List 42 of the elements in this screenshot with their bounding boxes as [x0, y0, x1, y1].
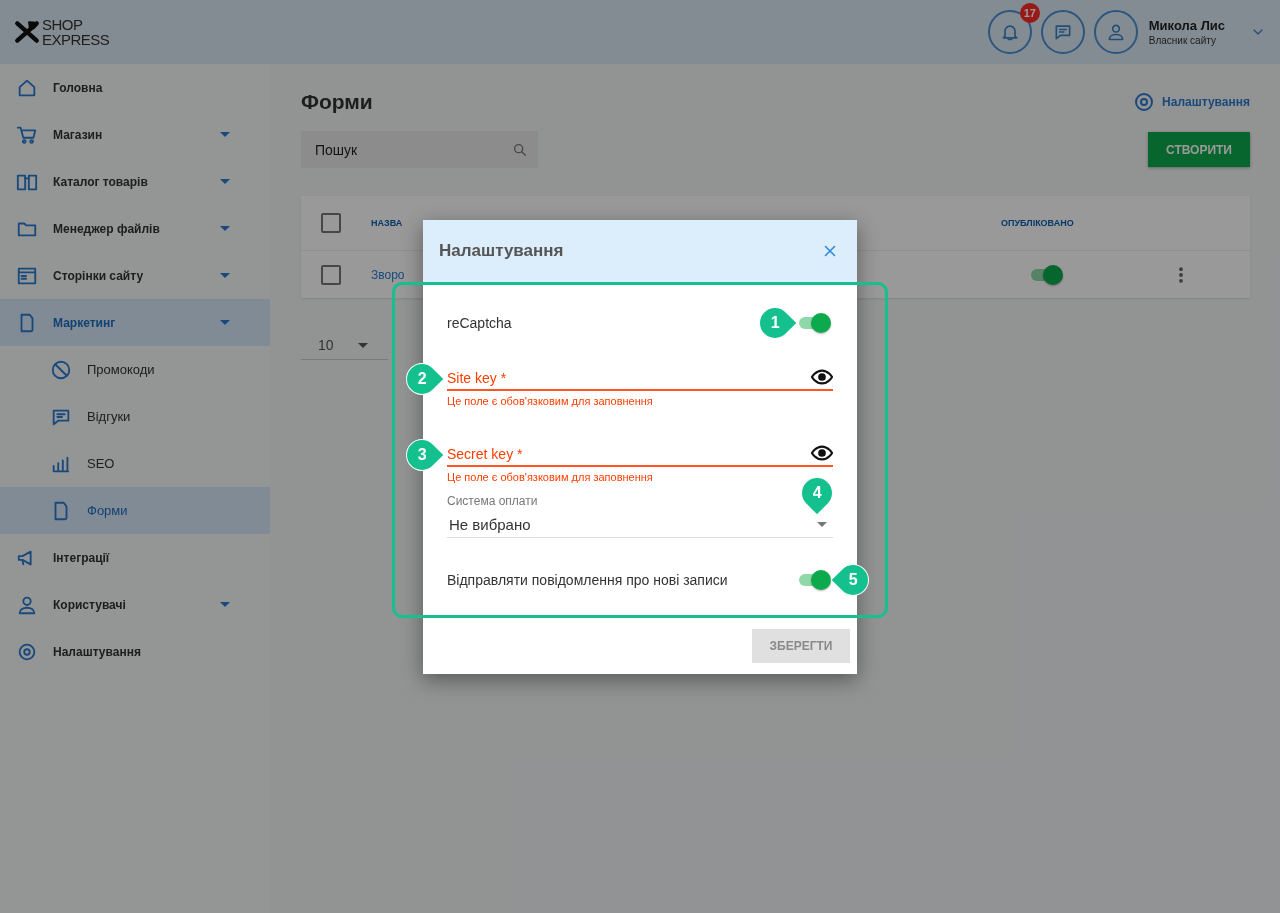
caret-down-icon — [357, 342, 368, 348]
sidebar-item[interactable]: Магазин — [0, 111, 270, 158]
prohibited-icon — [50, 358, 72, 381]
error-message: Це поле є обов'язковим для заповнення — [447, 471, 654, 483]
caret-down-icon — [817, 521, 827, 527]
sidebar-subitem[interactable]: Відгуки — [0, 393, 270, 440]
password-field[interactable]: Site key * — [447, 367, 833, 391]
dialog-title: Налаштування — [439, 241, 564, 261]
sidebar-item[interactable]: Налаштування — [0, 628, 270, 675]
sidebar-item[interactable]: Менеджер файлів — [0, 205, 270, 252]
column-header[interactable]: ОПУБЛІКОВАНО — [1001, 218, 1074, 228]
sidebar-item[interactable]: Сторінки сайту — [0, 252, 270, 299]
sidebar-item[interactable]: Маркетинг — [0, 299, 270, 346]
page-title: Форми — [301, 90, 373, 114]
sidebar-subitem[interactable]: SEO — [0, 440, 270, 487]
sidebar-item[interactable]: Каталог товарів — [0, 158, 270, 205]
sidebar-item[interactable]: Користувачі — [0, 581, 270, 628]
error-message: Це поле є обов'язковим для заповнення — [447, 395, 654, 407]
search-field[interactable]: Пошук — [301, 131, 538, 168]
user-role: Власник сайту — [1148, 35, 1217, 46]
page-size-select[interactable]: 10 — [301, 333, 388, 360]
search-icon — [512, 142, 528, 158]
notification-count: 17 — [1019, 3, 1040, 23]
sidebar-item[interactable]: Головна — [0, 64, 270, 111]
sidebar-subitem[interactable]: Промокоди — [0, 346, 270, 393]
checkbox[interactable] — [321, 213, 341, 233]
select-label: Система оплати — [447, 494, 538, 508]
messages-button[interactable] — [1040, 10, 1085, 54]
leaf-logo-icon — [14, 19, 40, 45]
profile-button[interactable] — [1093, 10, 1138, 54]
payment-select[interactable]: Не вибрано — [447, 511, 833, 538]
settings-link[interactable]: Налаштування — [1132, 90, 1250, 114]
toggle-label: reCaptcha — [447, 315, 512, 331]
checkbox[interactable] — [321, 264, 341, 285]
sidebar-subitem[interactable]: Форми — [0, 487, 270, 534]
user-icon — [1105, 22, 1126, 42]
logo-text: EXPRESS — [42, 32, 110, 47]
toggle-label: Відправляти повідомлення про нові записи — [447, 572, 728, 588]
sidebar-item[interactable]: Інтеграції — [0, 534, 270, 581]
user-name: Микола Лис — [1148, 18, 1225, 33]
password-field[interactable]: Secret key * — [447, 443, 833, 467]
logo-text: SHOP — [42, 17, 84, 32]
